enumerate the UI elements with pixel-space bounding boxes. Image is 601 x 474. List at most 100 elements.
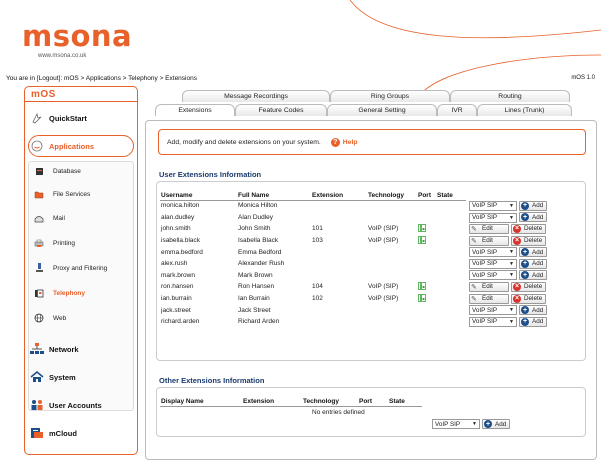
cell-technology: VoIP (SIP) [368, 295, 399, 303]
sidebar-item-label: User Accounts [49, 400, 102, 410]
filter-icon [25, 263, 53, 273]
sidebar-item-applications[interactable]: Applications [25, 137, 137, 155]
delete-button[interactable]: × Delete [511, 293, 547, 304]
col-extension: Extension [312, 192, 344, 199]
tab-routing[interactable]: Routing [450, 90, 570, 102]
port-status-icon [418, 282, 426, 290]
tab-ring-groups[interactable]: Ring Groups [330, 90, 450, 102]
port-status-icon [418, 293, 426, 302]
plus-icon: + [521, 248, 529, 257]
tab-feature-codes[interactable]: Feature Codes [235, 104, 327, 116]
technology-select[interactable]: VoIP SIP ▼ [469, 316, 517, 327]
sidebar-item-mcloud[interactable]: mCloud [25, 424, 137, 442]
cell-port [418, 281, 437, 293]
table-row: alex.rush Alexander Rush VoIP SIP ▼ + Add [161, 258, 585, 270]
technology-select[interactable]: VoIP SIP ▼ [432, 419, 480, 430]
sidebar-item-mail[interactable]: Mail [25, 210, 137, 226]
sidebar-item-quickstart[interactable]: QuickStart [25, 109, 137, 127]
plus-icon: + [521, 317, 529, 326]
select-value: VoIP SIP [472, 306, 498, 314]
col-actions [469, 191, 585, 200]
chevron-down-icon: ▼ [509, 307, 514, 314]
technology-select[interactable]: VoIP SIP ▼ [469, 258, 517, 269]
cell-actions: ✎ Edit × Delete [469, 293, 585, 305]
sidebar-item-label: System [49, 372, 76, 382]
delete-button[interactable]: × Delete [511, 235, 547, 246]
cell-extension [312, 200, 368, 212]
add-button[interactable]: + Add [519, 247, 548, 258]
delete-label: Delete [524, 237, 543, 245]
tab-message-recordings[interactable]: Message Recordings [182, 90, 330, 102]
cell-actions: VoIP SIP ▼ + Add [469, 200, 585, 212]
sidebar-item-proxy-filtering[interactable]: Proxy and Filtering [25, 260, 137, 276]
cell-port [418, 293, 437, 305]
sidebar-item-system[interactable]: System [25, 368, 137, 386]
chevron-down-icon: ▼ [509, 202, 514, 209]
add-label: Add [532, 306, 544, 314]
other-add-controls: VoIP SIP ▼ + Add [432, 419, 511, 430]
sidebar-item-network[interactable]: Network [25, 340, 137, 358]
help-link[interactable]: Help [343, 139, 358, 146]
add-label: Add [532, 318, 544, 326]
database-icon [25, 167, 53, 176]
sidebar-item-user-accounts[interactable]: User Accounts [25, 396, 137, 414]
sidebar-item-database[interactable]: Database [25, 163, 137, 179]
cell-state [437, 223, 469, 235]
help-icon[interactable]: ? [330, 137, 340, 147]
edit-button[interactable]: ✎ Edit [469, 281, 509, 292]
add-button[interactable]: + Add [519, 258, 548, 269]
add-button[interactable]: + Add [519, 200, 548, 211]
technology-select[interactable]: VoIP SIP ▼ [469, 270, 517, 281]
add-button[interactable]: + Add [519, 212, 548, 223]
sidebar-item-telephony[interactable]: Telephony [25, 285, 137, 301]
add-label: Add [532, 202, 544, 210]
chevron-down-icon: ▼ [509, 214, 514, 221]
edit-button[interactable]: ✎ Edit [469, 293, 509, 304]
edit-button[interactable]: ✎ Edit [469, 235, 509, 246]
table-header-row: Username Full Name Extension Technology … [161, 191, 585, 200]
cell-port [418, 212, 437, 224]
table-row: ron.hansen Ron Hansen 104 VoIP (SIP) ✎ Edit × D… [161, 281, 585, 293]
cell-username: alex.rush [161, 260, 188, 268]
cell-technology [368, 200, 418, 212]
edit-button[interactable]: ✎ Edit [469, 223, 509, 234]
cell-fullname: Ron Hansen [238, 283, 275, 291]
sidebar-item-label: Mail [53, 214, 65, 222]
version-label: mOS 1.0 [571, 75, 595, 81]
cell-state [437, 316, 469, 328]
technology-select[interactable]: VoIP SIP ▼ [469, 200, 517, 211]
tab-general-setting[interactable]: General Setting [327, 104, 437, 116]
sidebar-divider [25, 101, 137, 102]
sidebar: mOS QuickStart Applications Database Fil… [24, 86, 138, 455]
add-button[interactable]: + Add [482, 419, 511, 429]
cell-state [437, 293, 469, 305]
delete-button[interactable]: × Delete [511, 223, 547, 234]
sidebar-item-web[interactable]: Web [25, 310, 137, 326]
technology-select[interactable]: VoIP SIP ▼ [469, 247, 517, 258]
col-port: Port [418, 192, 431, 199]
tab-lines-trunk[interactable]: Lines (Trunk) [477, 104, 572, 116]
add-button[interactable]: + Add [519, 316, 548, 327]
sidebar-item-label: Printing [53, 239, 76, 247]
technology-select[interactable]: VoIP SIP ▼ [469, 305, 517, 316]
select-value: VoIP SIP [472, 214, 498, 221]
cell-state [437, 270, 469, 282]
cell-state [437, 200, 469, 212]
col-technology: Technology [368, 192, 404, 199]
add-button[interactable]: + Add [519, 270, 548, 281]
sidebar-item-file-services[interactable]: File Services [25, 186, 137, 202]
add-button[interactable]: + Add [519, 305, 548, 316]
delete-button[interactable]: × Delete [511, 281, 547, 292]
technology-select[interactable]: VoIP SIP ▼ [469, 212, 517, 223]
sidebar-item-label: Telephony [53, 289, 86, 297]
cell-state [437, 246, 469, 258]
cell-actions: VoIP SIP ▼ + Add [469, 258, 585, 270]
sidebar-item-printing[interactable]: Printing [25, 235, 137, 251]
quickstart-icon [25, 112, 49, 124]
other-table-header-rule [160, 406, 422, 407]
sidebar-item-label: Network [49, 344, 79, 354]
plus-icon: + [521, 201, 529, 210]
cell-state [437, 258, 469, 270]
tab-extensions[interactable]: Extensions [155, 104, 235, 116]
tab-ivr[interactable]: IVR [437, 104, 477, 116]
